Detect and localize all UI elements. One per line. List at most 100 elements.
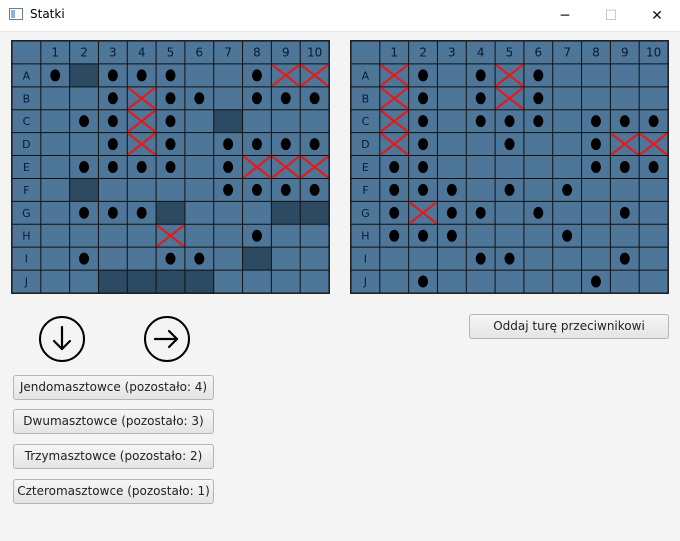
cell-I10[interactable] (300, 247, 329, 271)
cell-C7[interactable] (213, 109, 243, 133)
minimize-button[interactable]: ─ (542, 0, 588, 31)
cell-A8[interactable] (581, 63, 611, 87)
cell-G9[interactable] (271, 201, 301, 225)
cell-H6[interactable] (523, 224, 553, 248)
cell-F1[interactable] (40, 178, 70, 202)
cell-G5[interactable] (156, 201, 185, 225)
orientation-right-button[interactable] (144, 316, 190, 362)
cell-C9[interactable] (271, 109, 301, 133)
orientation-down-button[interactable] (39, 316, 85, 362)
cell-I8[interactable] (581, 247, 611, 271)
cell-G10[interactable] (639, 201, 668, 225)
cell-H8[interactable] (581, 224, 611, 248)
opponent-board[interactable]: 1 2 3 4 5 6 7 8 9 10 A B C D E F G H I J (350, 40, 669, 294)
cell-I3[interactable] (98, 247, 128, 271)
cell-E1[interactable] (40, 155, 70, 179)
cell-J7[interactable] (552, 270, 582, 293)
single-mast-ship-button[interactable]: Jendomasztowce (pozostało: 4) (13, 375, 214, 400)
cell-H2[interactable] (69, 224, 99, 248)
cell-B8[interactable] (581, 86, 611, 110)
cell-F6[interactable] (184, 178, 214, 202)
cell-H5[interactable] (495, 224, 524, 248)
cell-F4[interactable] (127, 178, 157, 202)
cell-B7[interactable] (213, 86, 243, 110)
cell-G5[interactable] (495, 201, 524, 225)
cell-J6[interactable] (184, 270, 214, 293)
cell-G1[interactable] (40, 201, 70, 225)
cell-I3[interactable] (437, 247, 467, 271)
cell-I9[interactable] (271, 247, 301, 271)
cell-E5[interactable] (495, 155, 524, 179)
cell-F2[interactable] (69, 178, 99, 202)
cell-B9[interactable] (610, 86, 640, 110)
cell-J1[interactable] (379, 270, 409, 293)
cell-J1[interactable] (40, 270, 70, 293)
cell-B1[interactable] (40, 86, 70, 110)
opponent-board-grid[interactable]: 1 2 3 4 5 6 7 8 9 10 ABCDEFGHIJ (351, 41, 668, 293)
cell-I7[interactable] (213, 247, 243, 271)
cell-I4[interactable] (127, 247, 157, 271)
cell-F5[interactable] (156, 178, 185, 202)
cell-J5[interactable] (156, 270, 185, 293)
cell-I10[interactable] (639, 247, 668, 271)
cell-G8[interactable] (581, 201, 611, 225)
cell-J3[interactable] (437, 270, 467, 293)
end-turn-button[interactable]: Oddaj turę przeciwnikowi (469, 314, 669, 339)
two-mast-ship-button[interactable]: Dwumasztowce (pozostało: 3) (13, 409, 214, 434)
cell-C8[interactable] (242, 109, 272, 133)
cell-F6[interactable] (523, 178, 553, 202)
cell-H10[interactable] (639, 224, 668, 248)
cell-I2[interactable] (408, 247, 438, 271)
cell-J2[interactable] (69, 270, 99, 293)
cell-H6[interactable] (184, 224, 214, 248)
cell-E6[interactable] (184, 155, 214, 179)
cell-D6[interactable] (523, 132, 553, 156)
cell-J3[interactable] (98, 270, 128, 293)
cell-D7[interactable] (552, 132, 582, 156)
cell-H4[interactable] (127, 224, 157, 248)
cell-I8[interactable] (242, 247, 272, 271)
cell-H1[interactable] (40, 224, 70, 248)
cell-G7[interactable] (552, 201, 582, 225)
cell-H9[interactable] (610, 224, 640, 248)
cell-J9[interactable] (271, 270, 301, 293)
player-board-grid[interactable]: 1 2 3 4 5 6 7 8 9 10 ABCDEFGHIJ (12, 41, 329, 293)
cell-F8[interactable] (581, 178, 611, 202)
cell-B2[interactable] (69, 86, 99, 110)
cell-E6[interactable] (523, 155, 553, 179)
cell-F3[interactable] (98, 178, 128, 202)
cell-B7[interactable] (552, 86, 582, 110)
cell-E7[interactable] (552, 155, 582, 179)
cell-J9[interactable] (610, 270, 640, 293)
cell-A6[interactable] (184, 63, 214, 87)
cell-G7[interactable] (213, 201, 243, 225)
cell-J4[interactable] (127, 270, 157, 293)
cell-D6[interactable] (184, 132, 214, 156)
cell-A9[interactable] (610, 63, 640, 87)
cell-J7[interactable] (213, 270, 243, 293)
maximize-button[interactable]: ☐ (588, 0, 634, 31)
cell-F4[interactable] (466, 178, 496, 202)
four-mast-ship-button[interactable]: Czteromasztowce (pozostało: 1) (13, 479, 214, 504)
cell-J8[interactable] (242, 270, 272, 293)
cell-J5[interactable] (495, 270, 524, 293)
cell-E3[interactable] (437, 155, 467, 179)
cell-A2[interactable] (69, 63, 99, 87)
cell-J10[interactable] (639, 270, 668, 293)
cell-E4[interactable] (466, 155, 496, 179)
cell-J10[interactable] (300, 270, 329, 293)
cell-B10[interactable] (639, 86, 668, 110)
cell-I1[interactable] (379, 247, 409, 271)
cell-I6[interactable] (523, 247, 553, 271)
cell-C7[interactable] (552, 109, 582, 133)
cell-D3[interactable] (437, 132, 467, 156)
close-button[interactable]: ✕ (634, 0, 680, 31)
cell-A7[interactable] (213, 63, 243, 87)
cell-G8[interactable] (242, 201, 272, 225)
cell-C10[interactable] (300, 109, 329, 133)
cell-J6[interactable] (523, 270, 553, 293)
cell-D4[interactable] (466, 132, 496, 156)
player-board[interactable]: 1 2 3 4 5 6 7 8 9 10 A B C D E F G H I J (11, 40, 330, 294)
cell-I7[interactable] (552, 247, 582, 271)
cell-G10[interactable] (300, 201, 329, 225)
